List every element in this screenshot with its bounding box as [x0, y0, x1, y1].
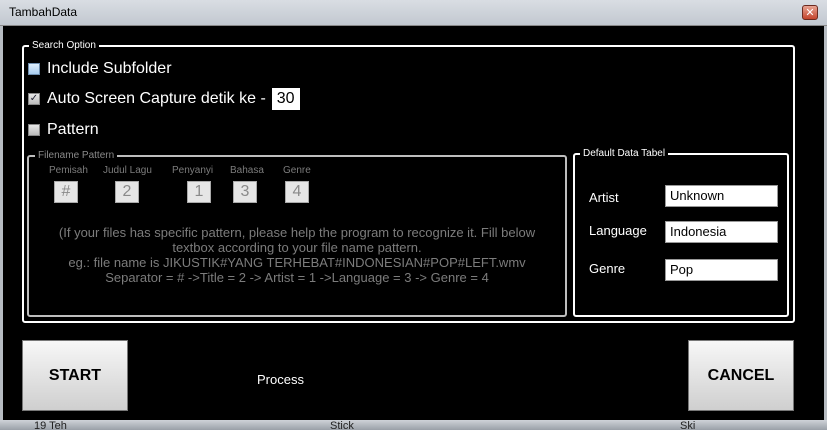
pattern-checkbox[interactable] [28, 124, 40, 136]
artist-label: Artist [589, 190, 619, 205]
close-icon[interactable]: ✕ [802, 5, 818, 20]
cancel-button[interactable]: CANCEL [688, 340, 794, 411]
filename-pattern-label: Filename Pattern [35, 150, 118, 161]
pattern-help-text: (If your files has specific pattern, ple… [30, 225, 564, 285]
help-line: textbox according to your file name patt… [172, 240, 422, 255]
window-border-left [0, 26, 3, 420]
search-option-label: Search Option [29, 40, 99, 51]
penyanyi-label: Penyanyi [172, 165, 214, 176]
language-label: Language [589, 223, 647, 238]
auto-capture-checkbox[interactable]: ✓ [28, 93, 40, 105]
start-button[interactable]: START [22, 340, 128, 411]
judul-lagu-label: Judul Lagu [103, 165, 152, 176]
genre-label: Genre [283, 165, 311, 176]
judul-lagu-input[interactable]: 2 [115, 181, 139, 203]
auto-capture-row[interactable]: ✓ Auto Screen Capture detik ke - 30 [28, 88, 300, 110]
include-subfolder-label: Include Subfolder [47, 60, 172, 77]
background-text-right: Ski [680, 420, 696, 430]
include-subfolder-checkbox[interactable] [28, 63, 40, 75]
artist-input[interactable]: Unknown [665, 185, 778, 207]
pattern-row[interactable]: Pattern [28, 121, 99, 139]
genre-input[interactable]: 4 [285, 181, 309, 203]
genre-field-label: Genre [589, 261, 626, 276]
auto-capture-seconds-input[interactable]: 30 [271, 88, 300, 110]
help-line: Separator = # ->Title = 2 -> Artist = 1 … [105, 270, 489, 285]
background-text-left: 19 Teh [34, 420, 67, 430]
genre-input[interactable]: Pop [665, 259, 778, 281]
include-subfolder-row[interactable]: Include Subfolder [28, 60, 172, 78]
background-text-mid: Stick [330, 420, 354, 430]
title-bar[interactable]: TambahData ✕ [0, 0, 827, 26]
bahasa-label: Bahasa [230, 165, 264, 176]
language-input[interactable]: Indonesia [665, 221, 778, 243]
help-line: (If your files has specific pattern, ple… [58, 225, 536, 240]
background-window-strip: 19 Teh Stick Ski [0, 420, 827, 430]
help-line: eg.: file name is JIKUSTIK#YANG TERHEBAT… [68, 255, 526, 270]
auto-capture-label: Auto Screen Capture detik ke - [47, 90, 266, 107]
window-title: TambahData [9, 5, 78, 19]
pemisah-label: Pemisah [49, 165, 88, 176]
process-status: Process [257, 372, 304, 387]
bahasa-input[interactable]: 3 [233, 181, 257, 203]
pattern-label: Pattern [47, 121, 99, 138]
penyanyi-input[interactable]: 1 [187, 181, 211, 203]
pemisah-input[interactable]: # [54, 181, 78, 203]
default-data-label: Default Data Tabel [580, 148, 669, 159]
